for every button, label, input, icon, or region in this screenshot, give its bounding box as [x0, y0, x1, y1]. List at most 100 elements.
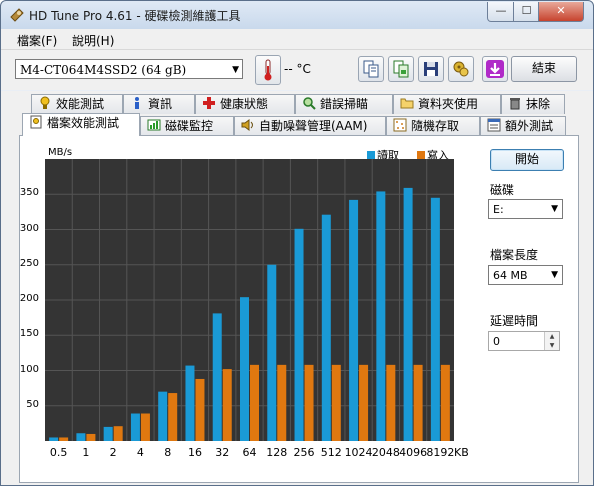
tab-label: 額外測試: [505, 119, 554, 133]
write-bar: [86, 433, 96, 441]
close-button[interactable]: ✕: [538, 2, 584, 22]
exit-button[interactable]: 結束: [511, 56, 577, 82]
temperature-readout: -- °C: [284, 62, 311, 76]
delay-label: 延遲時間: [490, 314, 539, 328]
file-length-dropdown-value: 64 MB: [493, 269, 528, 282]
read-bar: [403, 187, 413, 441]
tab-error-scan[interactable]: 錯誤掃瞄: [295, 94, 393, 114]
tab-label: 健康狀態: [220, 97, 269, 111]
down-arrow-icon: [486, 60, 504, 78]
read-bar: [185, 365, 195, 441]
x-axis-unit-label: KB: [454, 446, 469, 459]
gear-icon: [453, 61, 469, 77]
y-tick-label: 250: [19, 257, 39, 269]
drive-dropdown[interactable]: M4-CT064M4SSD2 (64 gB) ▼: [15, 59, 243, 79]
chevron-down-icon: ▼: [551, 270, 558, 280]
write-bar: [331, 364, 341, 441]
tab-erase[interactable]: 抹除: [501, 94, 565, 114]
trash-icon: [510, 98, 520, 110]
write-bar: [440, 364, 450, 441]
transfer-rate-chart: [45, 159, 454, 441]
start-button[interactable]: 開始: [490, 149, 564, 171]
write-bar: [304, 364, 314, 441]
menu-help[interactable]: 說明(H): [72, 32, 114, 49]
read-bar: [130, 413, 140, 441]
tab-label: 資訊: [148, 97, 173, 111]
copy-screenshot-button[interactable]: [388, 56, 414, 82]
download-button[interactable]: [482, 56, 508, 82]
y-tick-label: 150: [19, 328, 39, 340]
write-bar: [250, 364, 259, 441]
thermometer-icon: [264, 59, 272, 81]
disk-dropdown[interactable]: E: ▼: [488, 199, 563, 219]
app-icon: [10, 8, 24, 22]
y-tick-label: 350: [19, 187, 39, 199]
chevron-down-icon: ▼: [551, 204, 558, 214]
legend-write-swatch: [417, 151, 425, 159]
tab-label: 磁碟監控: [165, 119, 214, 133]
file-benchmark-icon: [30, 115, 42, 129]
write-bar: [168, 393, 178, 441]
tab-disk-monitor[interactable]: 磁碟監控: [140, 116, 234, 136]
benchmark-icon: [40, 96, 50, 109]
tab-benchmark[interactable]: 效能測試: [31, 94, 123, 114]
tab-label: 資料夾使用: [418, 97, 479, 111]
write-bar: [277, 364, 287, 441]
tab-file-benchmark[interactable]: 檔案效能測試: [22, 113, 140, 136]
y-axis-unit-label: MB/s: [48, 147, 73, 158]
info-icon: [135, 97, 139, 109]
spin-down-icon[interactable]: ▼: [544, 341, 559, 350]
tab-label: 效能測試: [56, 97, 105, 111]
read-bar: [294, 228, 304, 441]
tab-aam[interactable]: 自動噪聲管理(AAM): [234, 116, 386, 136]
app-window: HD Tune Pro 4.61 - 硬碟檢測維護工具 — ☐ ✕ 檔案(F) …: [0, 0, 594, 486]
copy-text-button[interactable]: [358, 56, 384, 82]
write-bar: [386, 364, 396, 441]
save-button[interactable]: [418, 56, 444, 82]
write-bar: [195, 378, 205, 441]
chevron-down-icon: ▼: [232, 65, 239, 75]
minimize-button[interactable]: —: [487, 2, 515, 22]
read-bar: [267, 264, 277, 441]
write-bar: [59, 437, 69, 441]
file-length-dropdown[interactable]: 64 MB ▼: [488, 265, 563, 285]
health-cross-icon: [203, 97, 215, 109]
magnifier-icon: [303, 97, 316, 110]
extra-tests-icon: [487, 118, 501, 132]
read-bar: [76, 433, 86, 441]
copy-image-icon: [393, 60, 409, 78]
toolbar: M4-CT064M4SSD2 (64 gB) ▼ -- °C 結束: [1, 50, 593, 90]
tab-folder-usage[interactable]: 資料夾使用: [393, 94, 501, 114]
read-bar: [212, 313, 222, 441]
disk-dropdown-value: E:: [493, 203, 504, 216]
copy-icon: [363, 60, 379, 78]
read-bar: [430, 197, 440, 441]
menu-file[interactable]: 檔案(F): [17, 32, 57, 49]
legend-read-swatch: [367, 151, 375, 159]
speaker-icon: [241, 119, 253, 131]
write-bar: [113, 426, 123, 441]
y-tick-label: 300: [19, 222, 39, 234]
tab-label: 錯誤掃瞄: [320, 97, 369, 111]
spin-up-icon[interactable]: ▲: [544, 332, 559, 341]
tab-info[interactable]: 資訊: [123, 94, 195, 114]
tab-health[interactable]: 健康狀態: [195, 94, 295, 114]
read-bar: [49, 437, 59, 441]
write-bar: [140, 413, 150, 441]
delay-spinner-value: 0: [493, 335, 500, 348]
folder-icon: [400, 98, 414, 109]
title-bar[interactable]: HD Tune Pro 4.61 - 硬碟檢測維護工具 — ☐ ✕: [1, 1, 593, 29]
options-button[interactable]: [448, 56, 474, 82]
y-tick-label: 100: [19, 363, 39, 375]
tab-random-access[interactable]: 隨機存取: [386, 116, 480, 136]
read-bar: [376, 191, 386, 441]
tab-extra-tests[interactable]: 額外測試: [480, 116, 566, 136]
disk-label: 磁碟: [490, 183, 515, 197]
read-bar: [240, 297, 249, 441]
temperature-button[interactable]: [255, 55, 281, 85]
tab-label: 檔案效能測試: [47, 116, 120, 130]
delay-spinner[interactable]: 0 ▲ ▼: [488, 331, 560, 351]
write-bar: [413, 364, 423, 441]
maximize-button[interactable]: ☐: [513, 2, 540, 22]
tab-label: 隨機存取: [411, 119, 460, 133]
